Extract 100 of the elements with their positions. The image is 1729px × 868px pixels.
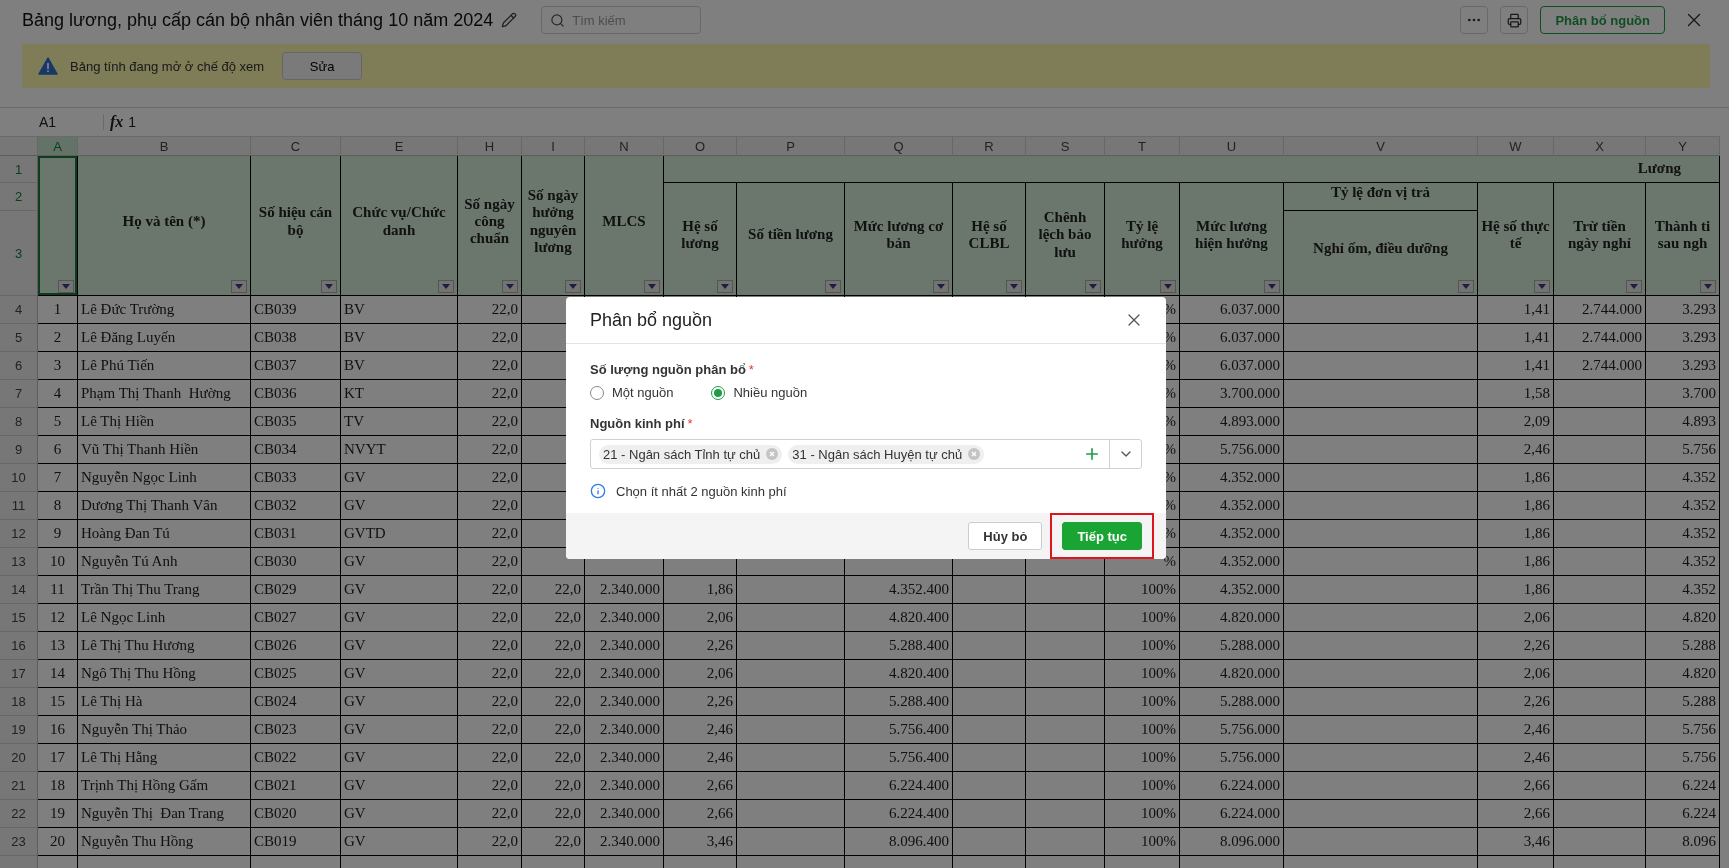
print-button[interactable] bbox=[1500, 6, 1529, 34]
table-cell: 1,86 bbox=[1478, 464, 1554, 492]
table-cell: CB032 bbox=[251, 492, 341, 520]
filter-button[interactable] bbox=[1264, 280, 1280, 293]
column-letter[interactable]: C bbox=[251, 136, 341, 156]
row-number[interactable]: 13 bbox=[0, 548, 38, 576]
table-cell: 2,46 bbox=[664, 744, 737, 772]
row-number[interactable]: 21 bbox=[0, 772, 38, 800]
column-letter[interactable]: R bbox=[953, 136, 1026, 156]
radio-option[interactable]: Một nguồn bbox=[590, 385, 674, 400]
filter-button[interactable] bbox=[933, 280, 949, 293]
header-cell: MLCS bbox=[585, 156, 664, 296]
row-number[interactable]: 9 bbox=[0, 436, 38, 464]
table-cell: 5.756.400 bbox=[845, 744, 953, 772]
table-cell: Lê Ngọc Linh bbox=[78, 604, 251, 632]
row-number[interactable]: 7 bbox=[0, 380, 38, 408]
table-cell: 6.224.000 bbox=[1180, 800, 1284, 828]
column-letter[interactable]: X bbox=[1554, 136, 1646, 156]
table-cell: 1,86 bbox=[1478, 576, 1554, 604]
row-number[interactable]: 4 bbox=[0, 296, 38, 324]
table-cell: 22,0 bbox=[458, 688, 522, 716]
table-cell: Dương Thị Thanh Vân bbox=[78, 492, 251, 520]
row-number[interactable]: 3 bbox=[0, 211, 38, 296]
column-letter[interactable]: O bbox=[664, 136, 737, 156]
header-cell: Hệ số thực tế bbox=[1478, 183, 1554, 296]
continue-button[interactable]: Tiếp tục bbox=[1062, 522, 1142, 550]
table-cell: BV bbox=[341, 296, 458, 324]
table-cell: KT bbox=[341, 380, 458, 408]
header-cell: Họ và tên (*) bbox=[78, 156, 251, 296]
filter-button[interactable] bbox=[502, 280, 518, 293]
column-letter[interactable]: H bbox=[458, 136, 522, 156]
filter-button[interactable] bbox=[1006, 280, 1022, 293]
filter-button[interactable] bbox=[644, 280, 660, 293]
table-cell: 3.700 bbox=[1646, 380, 1720, 408]
column-letter[interactable]: N bbox=[585, 136, 664, 156]
table-cell: GV bbox=[341, 632, 458, 660]
row-number[interactable]: 17 bbox=[0, 660, 38, 688]
cancel-button[interactable]: Hủy bỏ bbox=[968, 522, 1043, 550]
filter-button[interactable] bbox=[717, 280, 733, 293]
row-number[interactable]: 11 bbox=[0, 492, 38, 520]
source-select[interactable]: 21 - Ngân sách Tỉnh tự chủ 31 - Ngân sách Huyện tự chủ bbox=[590, 439, 1142, 469]
column-letter[interactable]: A bbox=[38, 136, 78, 156]
row-number[interactable]: 6 bbox=[0, 352, 38, 380]
header-cell: Tỷ lệ đơn vị trả bbox=[1284, 183, 1478, 211]
edit-button[interactable]: Sửa bbox=[282, 52, 363, 80]
row-number[interactable]: 18 bbox=[0, 688, 38, 716]
table-cell: 22,0 bbox=[458, 352, 522, 380]
filter-button[interactable] bbox=[321, 280, 337, 293]
row-number[interactable]: 1 bbox=[0, 156, 38, 183]
row-number[interactable]: 5 bbox=[0, 324, 38, 352]
row-number[interactable]: 12 bbox=[0, 520, 38, 548]
filter-button[interactable] bbox=[1626, 280, 1642, 293]
filter-button[interactable] bbox=[1534, 280, 1550, 293]
allocate-button[interactable]: Phân bổ nguồn bbox=[1540, 6, 1665, 34]
filter-button[interactable] bbox=[231, 280, 247, 293]
column-letter[interactable]: Q bbox=[845, 136, 953, 156]
column-letter[interactable]: T bbox=[1105, 136, 1180, 156]
row-number[interactable]: 23 bbox=[0, 828, 38, 856]
column-letter[interactable]: I bbox=[522, 136, 585, 156]
row-number[interactable]: 22 bbox=[0, 800, 38, 828]
filter-button[interactable] bbox=[1085, 280, 1101, 293]
row-number[interactable]: 10 bbox=[0, 464, 38, 492]
table-cell: 100% bbox=[1105, 744, 1180, 772]
column-letter[interactable]: B bbox=[78, 136, 251, 156]
filter-button[interactable] bbox=[58, 280, 74, 293]
table-cell: 4.352 bbox=[1646, 548, 1720, 576]
table-cell: CB035 bbox=[251, 408, 341, 436]
table-cell: 4.352 bbox=[1646, 576, 1720, 604]
column-letter[interactable]: W bbox=[1478, 136, 1554, 156]
row-number[interactable]: 14 bbox=[0, 576, 38, 604]
filter-button[interactable] bbox=[1700, 280, 1716, 293]
table-cell: 4.893.000 bbox=[1180, 408, 1284, 436]
filter-button[interactable] bbox=[438, 280, 454, 293]
table-cell: 5.288.400 bbox=[845, 688, 953, 716]
table-cell: 1 bbox=[38, 296, 78, 324]
filter-button[interactable] bbox=[1458, 280, 1474, 293]
column-letter[interactable]: U bbox=[1180, 136, 1284, 156]
table-cell: CB039 bbox=[251, 296, 341, 324]
caret-icon bbox=[62, 284, 70, 289]
row-number[interactable]: 20 bbox=[0, 744, 38, 772]
row-number[interactable]: 15 bbox=[0, 604, 38, 632]
row-number[interactable]: 2 bbox=[0, 183, 38, 211]
info-icon bbox=[590, 483, 606, 499]
column-letter[interactable]: E bbox=[341, 136, 458, 156]
pencil-icon[interactable] bbox=[501, 12, 518, 28]
table-cell: 5.756.400 bbox=[845, 716, 953, 744]
column-letter[interactable]: P bbox=[737, 136, 845, 156]
column-letter[interactable]: S bbox=[1026, 136, 1105, 156]
filter-button[interactable] bbox=[1160, 280, 1176, 293]
table-cell: 2.340.000 bbox=[585, 632, 664, 660]
row-number[interactable]: 16 bbox=[0, 632, 38, 660]
radio-option[interactable]: Nhiều nguồn bbox=[711, 385, 808, 400]
column-letter[interactable]: Y bbox=[1646, 136, 1720, 156]
row-number[interactable]: 19 bbox=[0, 716, 38, 744]
column-letter[interactable]: V bbox=[1284, 136, 1478, 156]
row-number[interactable]: 8 bbox=[0, 408, 38, 436]
caret-icon bbox=[1462, 284, 1470, 289]
filter-button[interactable] bbox=[565, 280, 581, 293]
table-cell: 22,0 bbox=[458, 604, 522, 632]
filter-button[interactable] bbox=[825, 280, 841, 293]
